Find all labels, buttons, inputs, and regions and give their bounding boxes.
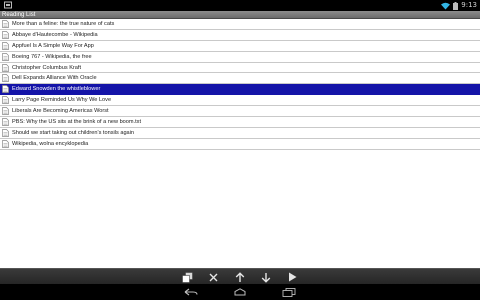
list-item[interactable]: Abbaye d'Hautecombe - Wikipedia — [0, 30, 480, 41]
document-icon — [2, 63, 9, 72]
status-right: 9:13 — [441, 0, 477, 11]
list-item[interactable]: PBS: Why the US sits at the brink of a n… — [0, 117, 480, 128]
list-item-label: Should we start taking out children's to… — [12, 129, 135, 136]
list-item[interactable]: Boeing 767 - Wikipedia, the free — [0, 52, 480, 63]
list-item[interactable]: Wikipedia, wolna encyklopedia — [0, 139, 480, 150]
title-bar: Reading List — [0, 11, 480, 19]
list-item[interactable]: More than a feline: the true nature of c… — [0, 19, 480, 30]
app-title: Reading List — [2, 12, 36, 18]
status-bar: 9:13 — [0, 0, 480, 11]
navigation-bar — [0, 284, 480, 300]
recents-icon — [282, 287, 296, 297]
document-icon — [2, 74, 9, 83]
document-icon — [2, 30, 9, 39]
copy-button[interactable] — [181, 271, 193, 283]
play-icon — [288, 272, 296, 282]
list-item[interactable]: Dell Expands Alliance With Oracle — [0, 73, 480, 85]
document-icon — [2, 20, 9, 28]
list-item-label: Wikipedia, wolna encyklopedia — [12, 140, 89, 147]
list-item[interactable]: Liberals Are Becoming Americas Worst — [0, 106, 480, 118]
list-item[interactable]: Christopher Columbus Kraft — [0, 63, 480, 74]
list-item-label: Abbaye d'Hautecombe - Wikipedia — [12, 31, 98, 38]
notification-icon — [4, 1, 12, 9]
list-item-label: Christopher Columbus Kraft — [12, 64, 82, 71]
list-item-label: Larry Page Reminded Us Why We Love — [12, 97, 112, 104]
reading-list: More than a feline: the true nature of c… — [0, 19, 480, 268]
play-button[interactable] — [286, 271, 298, 283]
move-up-button[interactable] — [234, 271, 246, 283]
document-icon — [2, 96, 9, 105]
list-item[interactable]: Larry Page Reminded Us Why We Love — [0, 95, 480, 107]
list-item-label: Dell Expands Alliance With Oracle — [12, 75, 97, 82]
bottom-toolbar — [0, 268, 480, 284]
delete-button[interactable] — [207, 271, 219, 283]
wifi-icon — [441, 2, 451, 9]
list-item-label: Boeing 767 - Wikipedia, the free — [12, 53, 92, 60]
home-button[interactable] — [232, 287, 248, 297]
move-down-button[interactable] — [260, 271, 272, 283]
back-icon — [184, 288, 198, 296]
list-item-label: Appfuel Is A Simple Way For App — [12, 42, 94, 49]
document-icon — [2, 139, 9, 148]
document-icon — [2, 41, 9, 50]
recents-button[interactable] — [281, 287, 297, 297]
list-item[interactable]: Should we start taking out children's to… — [0, 128, 480, 139]
list-item-selected[interactable]: Edward Snowden the whistleblower — [0, 84, 480, 96]
document-icon — [2, 85, 9, 94]
list-item-label: PBS: Why the US sits at the brink of a n… — [12, 118, 142, 125]
status-time: 9:13 — [461, 1, 477, 9]
document-icon — [2, 52, 9, 61]
back-button[interactable] — [183, 287, 199, 297]
document-icon — [2, 128, 9, 137]
list-item-label: More than a feline: the true nature of c… — [12, 20, 115, 27]
copy-icon — [181, 271, 193, 283]
battery-icon — [453, 1, 459, 10]
document-icon — [2, 107, 9, 115]
list-item[interactable]: Appfuel Is A Simple Way For App — [0, 41, 480, 52]
arrow-down-icon — [261, 272, 271, 283]
list-item-label: Edward Snowden the whistleblower — [12, 86, 101, 93]
close-icon — [209, 273, 217, 281]
arrow-up-icon — [235, 271, 245, 282]
home-icon — [234, 288, 246, 296]
document-icon — [2, 118, 9, 126]
list-item-label: Liberals Are Becoming Americas Worst — [12, 108, 109, 115]
